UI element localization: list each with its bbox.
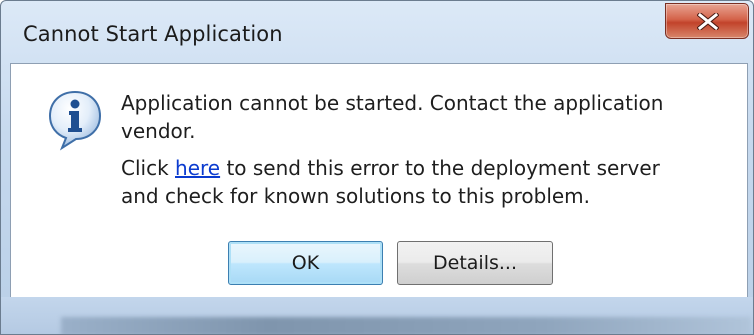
ok-button[interactable]: OK xyxy=(228,241,383,285)
error-message-line1: Application cannot be started. Contact t… xyxy=(121,91,664,115)
frame-shadow xyxy=(61,317,751,334)
close-icon xyxy=(697,13,719,30)
window-title: Cannot Start Application xyxy=(23,22,283,46)
title-bar[interactable]: Cannot Start Application xyxy=(1,1,753,61)
window-frame-bottom xyxy=(1,297,753,334)
dialog-content: Application cannot be started. Contact t… xyxy=(10,63,748,298)
report-suffix: to send this error to the deployment ser… xyxy=(220,156,660,180)
report-instructions: Click here to send this error to the dep… xyxy=(121,154,660,210)
report-line2: and check for known solutions to this pr… xyxy=(121,184,591,208)
details-button[interactable]: Details... xyxy=(397,241,553,285)
report-line1: Click here to send this error to the dep… xyxy=(121,154,660,182)
report-prefix: Click xyxy=(121,156,176,180)
error-message: Application cannot be started. Contact t… xyxy=(121,89,663,145)
dialog-window: Cannot Start Application Application can… xyxy=(0,0,754,335)
report-error-link[interactable]: here xyxy=(175,156,220,180)
error-message-line2: vendor. xyxy=(121,119,196,143)
close-button[interactable] xyxy=(665,3,749,39)
info-icon xyxy=(48,90,102,151)
